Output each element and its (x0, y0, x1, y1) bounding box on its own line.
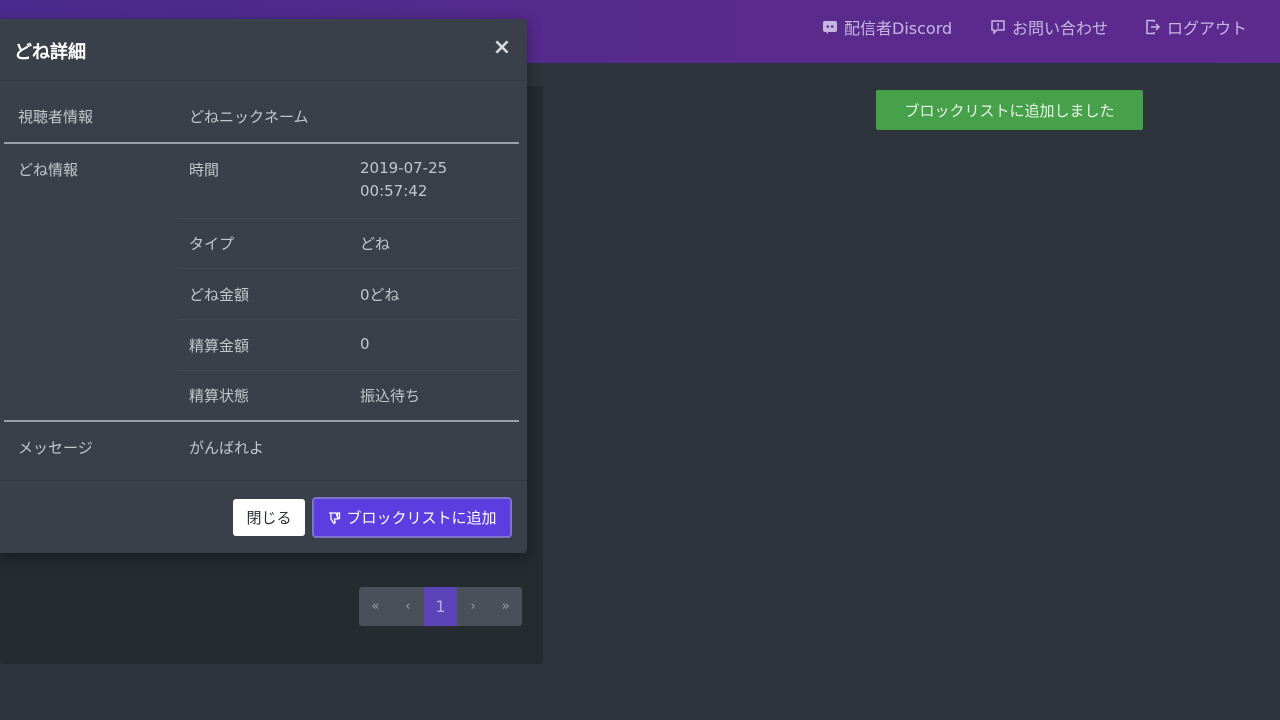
close-button[interactable]: 閉じる (233, 499, 305, 536)
nav-contact-label: お問い合わせ (1012, 19, 1109, 38)
logout-icon (1145, 19, 1161, 35)
message-value: がんばれよ (189, 439, 265, 457)
close-icon[interactable]: × (492, 36, 512, 60)
pagination-last[interactable]: » (489, 587, 522, 626)
section-divider (4, 420, 519, 422)
message-label: メッセージ (18, 439, 93, 457)
modal-header: どね詳細 × (0, 19, 527, 81)
settlement-status-key: 精算状態 (189, 387, 250, 405)
add-to-blocklist-label: ブロックリストに追加 (346, 509, 497, 527)
nav-logout-link[interactable]: ログアウト (1145, 0, 1247, 54)
nav-logout-label: ログアウト (1167, 19, 1248, 38)
row-divider (177, 218, 519, 219)
row-divider (177, 319, 519, 320)
section-divider (4, 142, 519, 144)
modal-title: どね詳細 (14, 42, 86, 63)
pagination-prev[interactable]: ‹ (392, 587, 425, 626)
pagination-first[interactable]: « (359, 587, 392, 626)
row-divider (177, 370, 519, 371)
pagination: « ‹ 1 › » (359, 587, 522, 626)
nav-discord-label: 配信者Discord (844, 19, 953, 38)
time-value-date: 2019-07-25 (360, 159, 448, 177)
row-divider (177, 268, 519, 269)
viewer-info-label: 視聴者情報 (18, 108, 94, 126)
nav-discord-link[interactable]: 配信者Discord (822, 0, 952, 54)
success-toast: ブロックリストに追加しました (876, 90, 1143, 130)
done-info-label: どね情報 (18, 161, 79, 179)
done-amount-key: どね金額 (189, 286, 250, 304)
thumbs-down-icon (327, 511, 341, 525)
modal-footer-divider (0, 480, 527, 481)
nav-contact-link[interactable]: お問い合わせ (990, 0, 1108, 54)
type-value: どね (360, 235, 391, 253)
viewer-nickname: どねニックネーム (189, 108, 309, 126)
speech-bubble-icon (990, 19, 1006, 35)
done-detail-modal: どね詳細 × 視聴者情報 どねニックネーム どね情報 時間 2019-07-25… (0, 19, 527, 553)
time-value-clock: 00:57:42 (360, 182, 428, 200)
settlement-status-value: 振込待ち (360, 387, 421, 405)
type-key: タイプ (189, 235, 235, 253)
add-to-blocklist-button[interactable]: ブロックリストに追加 (312, 497, 512, 538)
settlement-amount-key: 精算金額 (189, 337, 250, 355)
discord-icon (822, 19, 838, 35)
time-key: 時間 (189, 161, 220, 179)
pagination-next[interactable]: › (457, 587, 490, 626)
done-amount-value: 0どね (360, 286, 400, 304)
pagination-current-page[interactable]: 1 (424, 587, 457, 626)
settlement-amount-value: 0 (360, 335, 370, 353)
